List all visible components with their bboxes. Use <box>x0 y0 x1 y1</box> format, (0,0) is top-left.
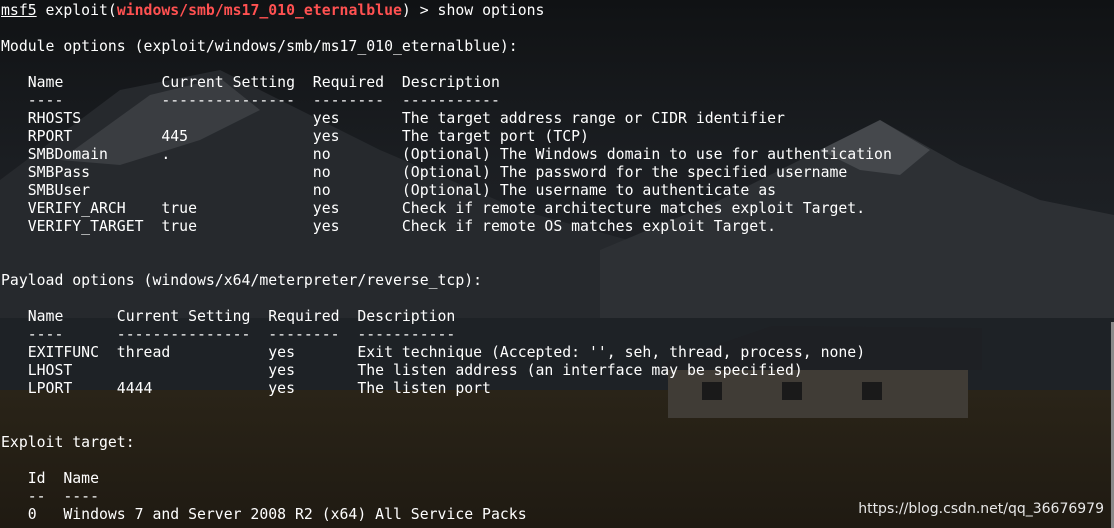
exploit-target-heading: Exploit target: <box>1 434 135 451</box>
payload-options-header: Name Current Setting Required Descriptio… <box>1 308 456 325</box>
command-prefix: exploit( <box>36 2 117 19</box>
payload-options-heading: Payload options (windows/x64/meterpreter… <box>1 272 483 289</box>
exploit-target-header: Id Name <box>1 470 99 487</box>
payload-option-row: EXITFUNC thread yes Exit technique (Acce… <box>1 344 866 361</box>
module-option-row: SMBPass no (Optional) The password for t… <box>1 164 848 181</box>
module-option-row: SMBUser no (Optional) The username to au… <box>1 182 777 199</box>
module-option-row: VERIFY_TARGET true yes Check if remote O… <box>1 218 777 235</box>
watermark: https://blog.csdn.net/qq_36676979 <box>858 501 1104 517</box>
exploit-target-underline: -- ---- <box>1 488 99 505</box>
prompt-name: msf5 <box>1 2 37 19</box>
command-suffix: ) > show options <box>401 2 545 19</box>
module-option-row: RHOSTS yes The target address range or C… <box>1 110 785 127</box>
module-option-row: VERIFY_ARCH true yes Check if remote arc… <box>1 200 866 217</box>
command-line[interactable]: msf5 exploit(windows/smb/ms17_010_eterna… <box>1 2 544 20</box>
module-options-underline: ---- --------------- -------- ----------… <box>1 92 500 109</box>
module-options-header: Name Current Setting Required Descriptio… <box>1 74 500 91</box>
payload-options-underline: ---- --------------- -------- ----------… <box>1 326 456 343</box>
module-options-heading: Module options (exploit/windows/smb/ms17… <box>1 38 518 55</box>
module-path: windows/smb/ms17_010_eternalblue <box>116 2 402 19</box>
payload-option-row: LHOST yes The listen address (an interfa… <box>1 362 803 379</box>
exploit-target-row: 0 Windows 7 and Server 2008 R2 (x64) All… <box>1 506 527 523</box>
payload-option-row: LPORT 4444 yes The listen port <box>1 380 491 397</box>
module-option-row: RPORT 445 yes The target port (TCP) <box>1 128 589 145</box>
module-option-row: SMBDomain . no (Optional) The Windows do… <box>1 146 892 163</box>
